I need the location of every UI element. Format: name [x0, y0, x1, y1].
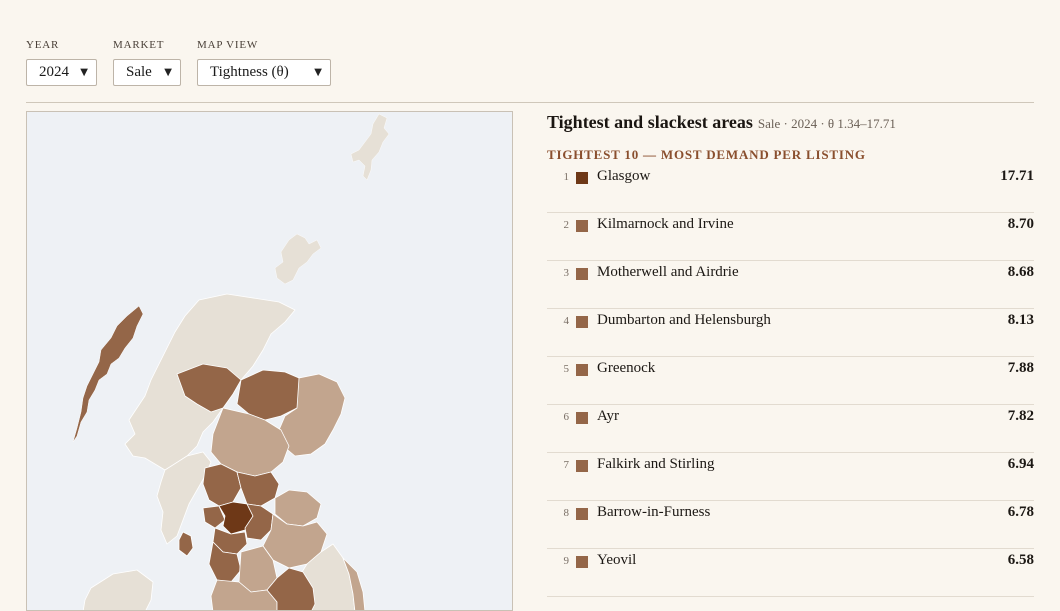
year-select[interactable]: 2024 ▼ — [26, 59, 97, 86]
map-view-label: MAP VIEW — [197, 39, 259, 51]
market-value: Sale — [126, 64, 152, 80]
tightness-value: 7.88 — [1007, 360, 1034, 376]
region-shetland[interactable] — [350, 113, 390, 181]
list-item[interactable]: 6 Ayr 7.82 — [547, 405, 1034, 453]
tightness-value: 6.94 — [1007, 456, 1034, 472]
list-item[interactable]: 8 Barrow-in-Furness 6.78 — [547, 501, 1034, 549]
rank-number: 9 — [563, 555, 570, 567]
rank-number: 8 — [563, 507, 570, 519]
tightness-value: 17.71 — [1000, 168, 1034, 184]
chevron-down-icon: ▼ — [164, 67, 172, 78]
rank-number: 6 — [563, 411, 570, 423]
region-northern-ireland[interactable] — [82, 569, 154, 611]
market-label: MARKET — [113, 39, 165, 51]
area-name: Dumbarton and Helensburgh — [597, 312, 771, 328]
section-heading: TIGHTEST 10 — MOST DEMAND PER LISTING — [547, 147, 866, 162]
list-item[interactable]: 7 Falkirk and Stirling 6.94 — [547, 453, 1034, 501]
map-view-value: Tightness (θ) — [210, 64, 289, 80]
rank-number: 1 — [563, 171, 570, 183]
rank-number: 7 — [563, 459, 570, 471]
area-name: Yeovil — [597, 552, 637, 568]
list-item[interactable]: 2 Kilmarnock and Irvine 8.70 — [547, 213, 1034, 261]
ranking-panel: Tightest and slackest areas Sale · 2024 … — [547, 112, 1034, 597]
map-view-control: MAP VIEW Tightness (θ) ▼ — [197, 39, 331, 86]
panel-header: Tightest and slackest areas Sale · 2024 … — [547, 112, 1034, 133]
color-swatch — [576, 556, 588, 568]
list-item[interactable]: 4 Dumbarton and Helensburgh 8.13 — [547, 309, 1034, 357]
color-swatch — [576, 172, 588, 184]
region-orkney[interactable] — [274, 233, 322, 285]
area-name: Greenock — [597, 360, 656, 376]
list-item[interactable]: 9 Yeovil 6.58 — [547, 549, 1034, 597]
color-swatch — [576, 460, 588, 472]
color-swatch — [576, 508, 588, 520]
rank-number: 2 — [563, 219, 570, 231]
area-name: Falkirk and Stirling — [597, 456, 715, 472]
panel-meta: Sale · 2024 · θ 1.34–17.71 — [757, 116, 896, 131]
rank-number: 3 — [563, 267, 570, 279]
color-swatch — [576, 220, 588, 232]
tightness-value: 8.70 — [1007, 216, 1034, 232]
market-select[interactable]: Sale ▼ — [113, 59, 181, 86]
area-name: Barrow-in-Furness — [597, 504, 711, 520]
color-swatch — [576, 268, 588, 280]
divider — [26, 102, 1034, 103]
market-control: MARKET Sale ▼ — [113, 39, 181, 86]
rank-number: 5 — [563, 363, 570, 375]
year-control: YEAR 2024 ▼ — [26, 39, 97, 86]
panel-title: Tightest and slackest areas — [547, 112, 753, 132]
map-svg — [72, 113, 390, 611]
area-name: Ayr — [597, 408, 619, 424]
map-view-select[interactable]: Tightness (θ) ▼ — [197, 59, 331, 86]
color-swatch — [576, 412, 588, 424]
color-swatch — [576, 316, 588, 328]
list-item[interactable]: 3 Motherwell and Airdrie 8.68 — [547, 261, 1034, 309]
area-name: Kilmarnock and Irvine — [597, 216, 734, 232]
list-item[interactable]: 5 Greenock 7.88 — [547, 357, 1034, 405]
tightness-value: 8.68 — [1007, 264, 1034, 280]
tightness-value: 6.78 — [1007, 504, 1034, 520]
chevron-down-icon: ▼ — [314, 67, 322, 78]
chevron-down-icon: ▼ — [80, 67, 88, 78]
tightness-value: 8.13 — [1007, 312, 1034, 328]
tightest-list: 1 Glasgow 17.71 2 Kilmarnock and Irvine 8.70 3… — [547, 165, 1034, 597]
list-item[interactable]: 1 Glasgow 17.71 — [547, 165, 1034, 213]
rank-number: 4 — [563, 315, 570, 327]
tightness-value: 7.82 — [1007, 408, 1034, 424]
region-arran[interactable] — [178, 531, 194, 557]
region-falkirk[interactable] — [236, 471, 280, 507]
tightness-value: 6.58 — [1007, 552, 1034, 568]
area-name: Glasgow — [597, 168, 651, 184]
year-value: 2024 — [39, 64, 69, 80]
year-label: YEAR — [26, 39, 60, 51]
controls-bar: YEAR 2024 ▼ MARKET Sale ▼ MAP VIEW Tight… — [26, 39, 331, 86]
area-name: Motherwell and Airdrie — [597, 264, 739, 280]
choropleth-map[interactable] — [26, 111, 513, 611]
color-swatch — [576, 364, 588, 376]
